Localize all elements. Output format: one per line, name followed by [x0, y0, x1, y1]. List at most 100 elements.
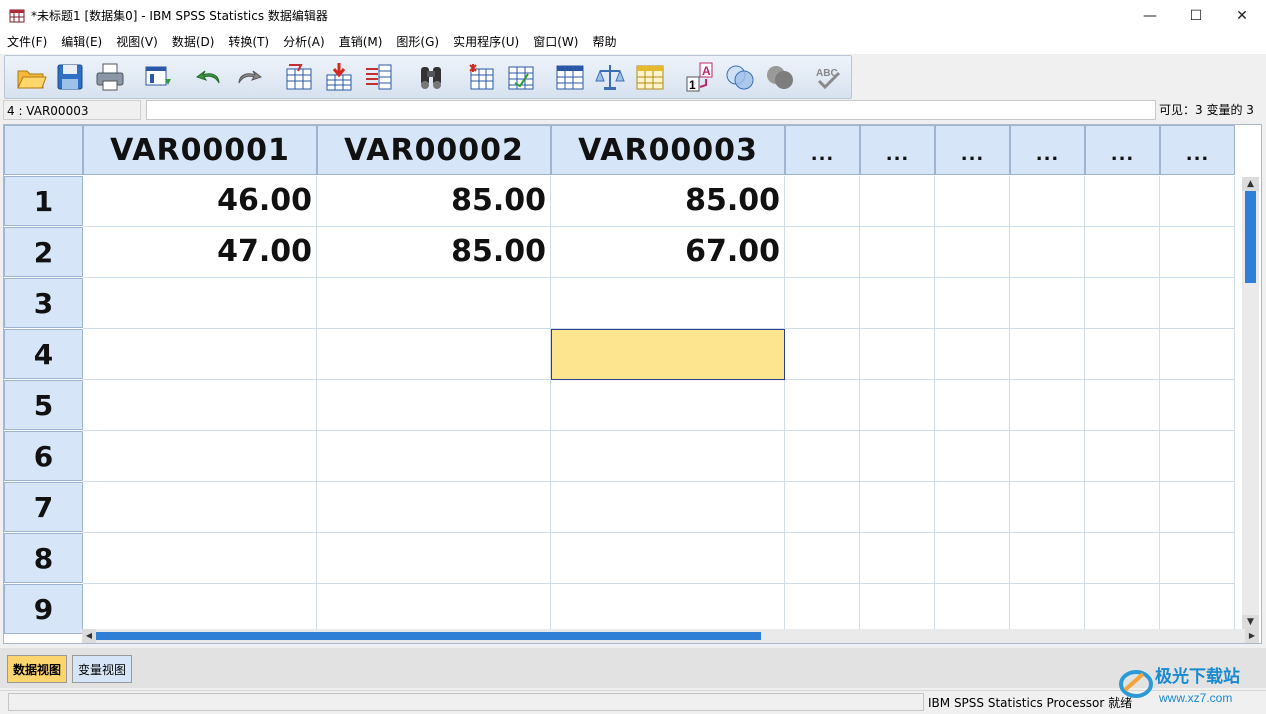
- undo-icon[interactable]: [193, 61, 225, 93]
- grid-cell[interactable]: [785, 176, 860, 227]
- selected-cell[interactable]: [551, 329, 785, 380]
- grid-cell[interactable]: [785, 482, 860, 533]
- grid-cell[interactable]: 85.00: [551, 176, 785, 227]
- grid-cell[interactable]: 67.00: [551, 227, 785, 278]
- grid-cell[interactable]: [551, 482, 785, 533]
- value-labels-icon[interactable]: A1: [684, 61, 716, 93]
- grid-cell[interactable]: [83, 584, 317, 635]
- grid-cell[interactable]: [1010, 533, 1085, 584]
- grid-cell[interactable]: [935, 482, 1010, 533]
- grid-cell[interactable]: [860, 278, 935, 329]
- row-header[interactable]: 2: [4, 227, 83, 277]
- row-header[interactable]: 1: [4, 176, 83, 226]
- grid-cell[interactable]: [1085, 380, 1160, 431]
- row-header[interactable]: 6: [4, 431, 83, 481]
- menu-file[interactable]: 文件(F): [0, 31, 54, 54]
- show-all-variables-icon[interactable]: [764, 61, 796, 93]
- grid-cell[interactable]: [860, 533, 935, 584]
- grid-cell[interactable]: [935, 176, 1010, 227]
- grid-cell[interactable]: 85.00: [317, 227, 551, 278]
- spss-app-icon[interactable]: [9, 7, 25, 23]
- menu-direct-marketing[interactable]: 直销(M): [332, 31, 390, 54]
- grid-cell[interactable]: [317, 533, 551, 584]
- grid-cell[interactable]: [1160, 329, 1235, 380]
- recall-dialog-icon[interactable]: [143, 61, 175, 93]
- grid-cell[interactable]: [551, 380, 785, 431]
- grid-cell[interactable]: [83, 482, 317, 533]
- empty-column-header[interactable]: ...: [935, 125, 1010, 175]
- grid-cell[interactable]: [1010, 482, 1085, 533]
- grid-cell[interactable]: [935, 329, 1010, 380]
- menu-transform[interactable]: 转换(T): [221, 31, 276, 54]
- row-header[interactable]: 3: [4, 278, 83, 328]
- grid-cell[interactable]: [317, 380, 551, 431]
- grid-cell[interactable]: [1160, 584, 1235, 635]
- grid-cell[interactable]: [551, 278, 785, 329]
- grid-cell[interactable]: [860, 329, 935, 380]
- grid-cell[interactable]: [1160, 380, 1235, 431]
- menu-graphs[interactable]: 图形(G): [389, 31, 446, 54]
- column-header[interactable]: VAR00001: [83, 125, 317, 175]
- scroll-down-arrow-icon[interactable]: ▼: [1242, 615, 1259, 629]
- grid-cell[interactable]: 46.00: [83, 176, 317, 227]
- tab-data-view[interactable]: 数据视图: [7, 655, 68, 683]
- empty-column-header[interactable]: ...: [1010, 125, 1085, 175]
- grid-cell[interactable]: [785, 380, 860, 431]
- grid-cell[interactable]: [860, 431, 935, 482]
- grid-cell[interactable]: [1010, 278, 1085, 329]
- grid-cell[interactable]: [317, 431, 551, 482]
- grid-cell[interactable]: [785, 431, 860, 482]
- grid-cell[interactable]: [1085, 329, 1160, 380]
- grid-cell[interactable]: [1010, 176, 1085, 227]
- grid-cell[interactable]: 47.00: [83, 227, 317, 278]
- grid-cell[interactable]: [785, 329, 860, 380]
- grid-cell[interactable]: [317, 278, 551, 329]
- grid-cell[interactable]: [935, 431, 1010, 482]
- grid-cell[interactable]: [1010, 227, 1085, 278]
- grid-cell[interactable]: [1085, 482, 1160, 533]
- grid-cell[interactable]: [1160, 533, 1235, 584]
- menu-view[interactable]: 视图(V): [109, 31, 165, 54]
- grid-cell[interactable]: [1160, 431, 1235, 482]
- redo-icon[interactable]: [233, 61, 265, 93]
- grid-cell[interactable]: [935, 584, 1010, 635]
- grid-cell[interactable]: [83, 380, 317, 431]
- vertical-scrollbar[interactable]: ▲ ▼: [1242, 177, 1259, 629]
- close-button[interactable]: ✕: [1219, 0, 1265, 31]
- weight-cases-icon[interactable]: [594, 61, 626, 93]
- empty-column-header[interactable]: ...: [1085, 125, 1160, 175]
- grid-cell[interactable]: [83, 431, 317, 482]
- row-header[interactable]: 4: [4, 329, 83, 379]
- use-sets-icon[interactable]: [724, 61, 756, 93]
- row-header[interactable]: 9: [4, 584, 83, 634]
- grid-cell[interactable]: [83, 278, 317, 329]
- grid-cell[interactable]: [317, 584, 551, 635]
- row-header[interactable]: 5: [4, 380, 83, 430]
- menu-data[interactable]: 数据(D): [165, 31, 222, 54]
- empty-column-header[interactable]: ...: [1160, 125, 1235, 175]
- select-cases-icon[interactable]: [634, 61, 666, 93]
- grid-cell[interactable]: [317, 482, 551, 533]
- spell-check-icon[interactable]: ABC: [813, 61, 845, 93]
- scroll-right-arrow-icon[interactable]: ▶: [1245, 629, 1259, 643]
- grid-cell[interactable]: [860, 176, 935, 227]
- grid-cell[interactable]: [1160, 176, 1235, 227]
- grid-cell[interactable]: [83, 533, 317, 584]
- grid-corner[interactable]: [4, 125, 83, 175]
- grid-cell[interactable]: [1085, 533, 1160, 584]
- scroll-up-arrow-icon[interactable]: ▲: [1242, 177, 1259, 191]
- print-icon[interactable]: [94, 61, 126, 93]
- grid-cell[interactable]: [785, 227, 860, 278]
- vertical-scroll-thumb[interactable]: [1245, 191, 1256, 283]
- menu-help[interactable]: 帮助: [585, 31, 623, 54]
- grid-cell[interactable]: [83, 329, 317, 380]
- empty-column-header[interactable]: ...: [785, 125, 860, 175]
- cell-value-editor[interactable]: [146, 100, 1156, 120]
- menu-utilities[interactable]: 实用程序(U): [446, 31, 526, 54]
- insert-variable-icon[interactable]: [505, 61, 537, 93]
- grid-cell[interactable]: [860, 227, 935, 278]
- grid-cell[interactable]: [551, 584, 785, 635]
- save-icon[interactable]: [54, 61, 86, 93]
- grid-cell[interactable]: [317, 329, 551, 380]
- menu-analyze[interactable]: 分析(A): [276, 31, 332, 54]
